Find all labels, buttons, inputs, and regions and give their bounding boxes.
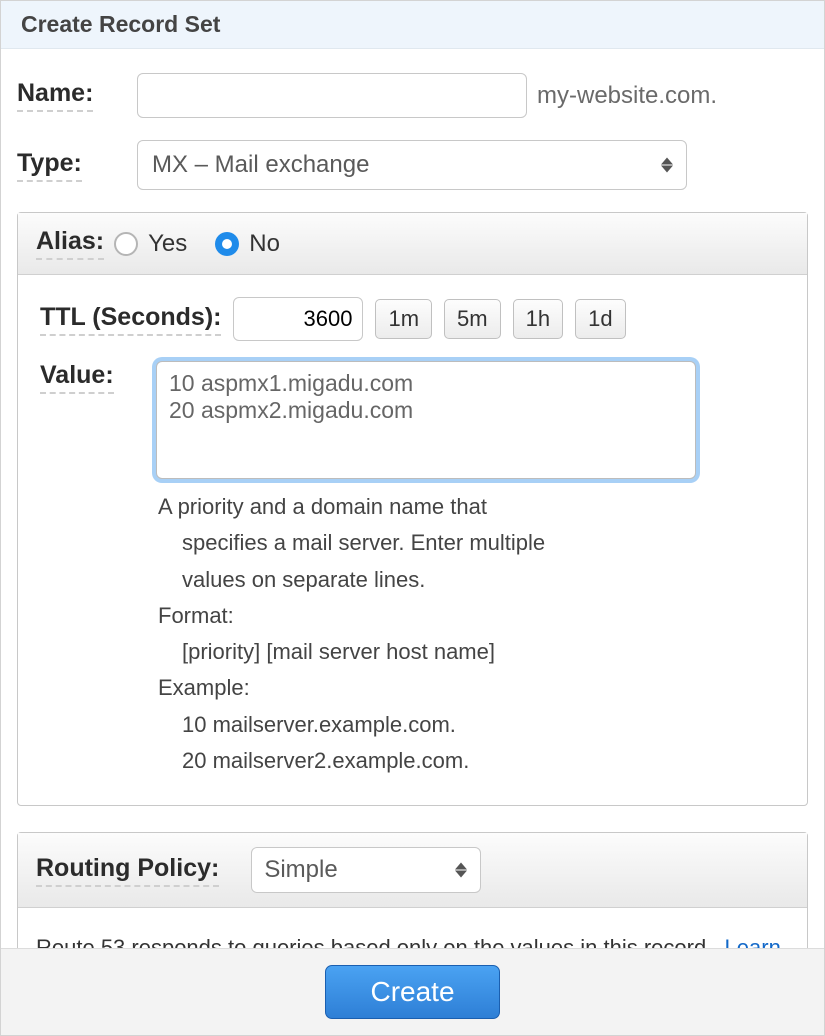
routing-header: Routing Policy: Simple [18,833,807,908]
name-suffix: my-website.com. [537,82,717,110]
name-row: Name: my-website.com. [17,73,808,118]
help-example1: 10 mailserver.example.com. [158,707,785,743]
help-example-label: Example: [158,675,250,700]
panel-body: Name: my-website.com. Type: MX – Mail ex… [1,49,824,948]
routing-select[interactable]: Simple [251,847,481,893]
ttl-row: TTL (Seconds): 1m 5m 1h 1d [40,297,785,341]
alias-label: Alias: [36,227,104,260]
type-row: Type: MX – Mail exchange [17,140,808,190]
alias-header: Alias: Yes No [18,213,807,275]
panel-title: Create Record Set [1,1,824,49]
help-line2: specifies a mail server. Enter multiple [158,525,785,561]
ttl-label: TTL (Seconds): [40,303,221,336]
routing-description-block: Route 53 responds to queries based only … [18,908,807,948]
alias-no-radio[interactable] [215,232,239,256]
alias-no-label: No [249,230,280,258]
help-example2: 20 mailserver2.example.com. [158,743,785,779]
alias-panel: Alias: Yes No TTL (Seconds): 1m 5m 1h 1d [17,212,808,806]
help-line1: A priority and a domain name that [158,494,487,519]
value-help-text: A priority and a domain name that specif… [158,489,785,779]
ttl-preset-1d[interactable]: 1d [575,299,625,339]
ttl-preset-1h[interactable]: 1h [513,299,563,339]
ttl-preset-5m[interactable]: 5m [444,299,501,339]
routing-panel: Routing Policy: Simple Route 53 responds… [17,832,808,948]
routing-label: Routing Policy: [36,854,219,887]
routing-description: Route 53 responds to queries based only … [36,935,712,948]
name-label: Name: [17,79,93,112]
help-format-label: Format: [158,603,234,628]
create-record-set-panel: Create Record Set Name: my-website.com. … [0,0,825,1036]
help-format: [priority] [mail server host name] [158,634,785,670]
create-button[interactable]: Create [325,965,499,1019]
footer: Create [1,948,824,1035]
name-input[interactable] [137,73,527,118]
help-line3: values on separate lines. [158,562,785,598]
value-label: Value: [40,361,114,394]
ttl-input[interactable] [233,297,363,341]
alias-yes-label: Yes [148,230,187,258]
type-label: Type: [17,149,82,182]
alias-yes-radio[interactable] [114,232,138,256]
value-textarea[interactable] [156,361,696,479]
type-select[interactable]: MX – Mail exchange [137,140,687,190]
ttl-preset-1m[interactable]: 1m [375,299,432,339]
value-row: Value: [40,361,785,479]
